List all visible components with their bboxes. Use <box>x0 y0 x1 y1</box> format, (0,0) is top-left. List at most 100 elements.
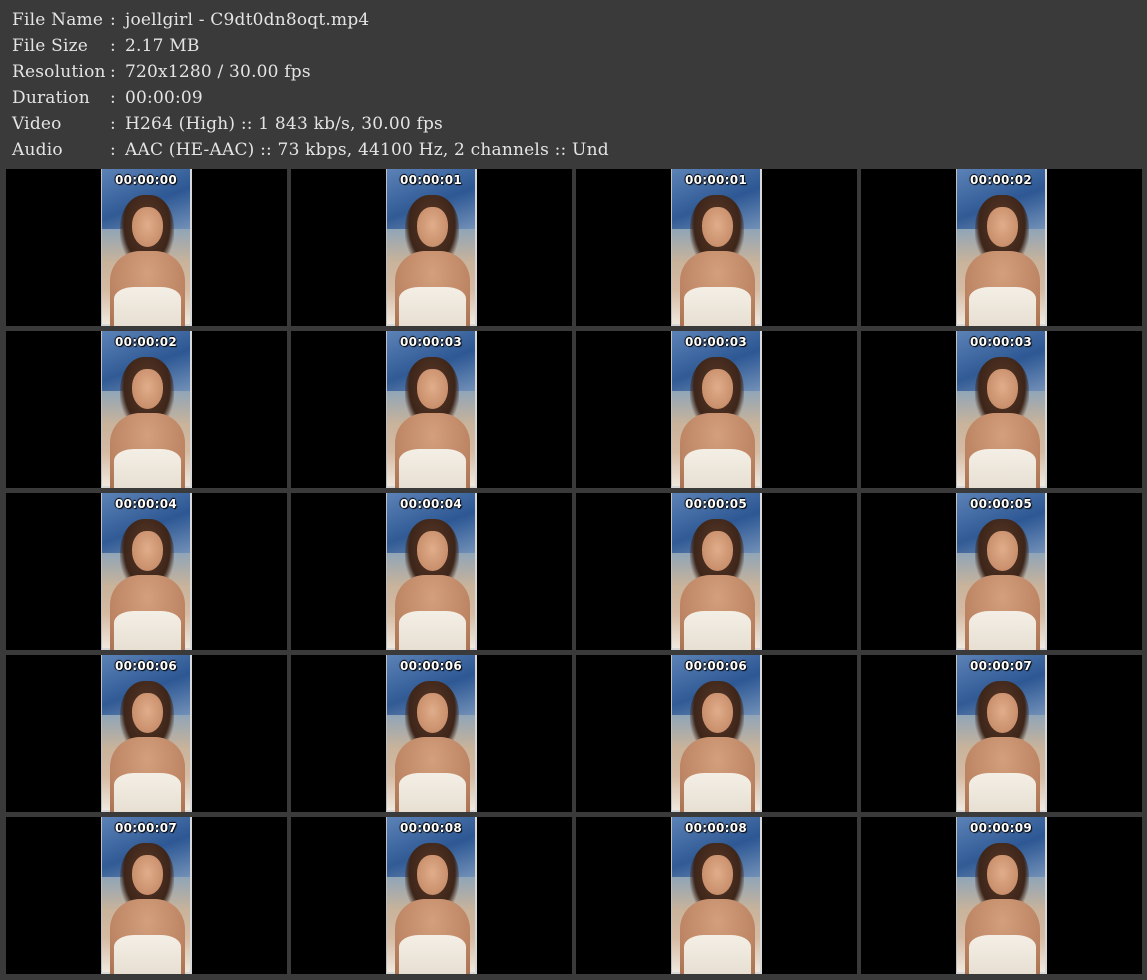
frame-top <box>399 287 466 326</box>
frame-top <box>684 773 751 812</box>
frame-face <box>702 693 733 733</box>
thumbnail-timestamp: 00:00:06 <box>399 659 463 673</box>
thumbnail-timestamp: 00:00:09 <box>969 821 1033 835</box>
frame-face <box>417 369 448 409</box>
frame-top <box>114 773 181 812</box>
thumbnail-cell[interactable]: 00:00:08 <box>291 817 572 974</box>
thumbnail-timestamp: 00:00:06 <box>684 659 748 673</box>
frame-top <box>969 935 1036 974</box>
frame-face <box>132 531 163 571</box>
thumbnail-cell[interactable]: 00:00:05 <box>861 493 1142 650</box>
thumbnail-cell[interactable]: 00:00:01 <box>576 169 857 326</box>
frame-face <box>702 855 733 895</box>
thumbnail-timestamp: 00:00:01 <box>684 173 748 187</box>
thumbnail-frame-image: 00:00:07 <box>101 817 192 974</box>
frame-top <box>969 773 1036 812</box>
thumbnail-frame-image: 00:00:05 <box>671 493 762 650</box>
thumbnail-frame-image: 00:00:08 <box>386 817 477 974</box>
frame-top <box>399 449 466 488</box>
thumbnail-cell[interactable]: 00:00:03 <box>576 331 857 488</box>
thumbnail-timestamp: 00:00:05 <box>684 497 748 511</box>
frame-face <box>987 369 1018 409</box>
thumbnail-frame-image: 00:00:06 <box>671 655 762 812</box>
thumbnail-cell[interactable]: 00:00:07 <box>6 817 287 974</box>
thumbnail-timestamp: 00:00:00 <box>114 173 178 187</box>
frame-top <box>114 611 181 650</box>
thumbnail-frame-image: 00:00:03 <box>671 331 762 488</box>
frame-face <box>987 693 1018 733</box>
thumbnail-frame-image: 00:00:00 <box>101 169 192 326</box>
frame-top <box>114 287 181 326</box>
frame-top <box>399 773 466 812</box>
frame-top <box>969 449 1036 488</box>
thumbnail-timestamp: 00:00:08 <box>684 821 748 835</box>
thumbnail-cell[interactable]: 00:00:00 <box>6 169 287 326</box>
thumbnail-frame-image: 00:00:08 <box>671 817 762 974</box>
frame-face <box>417 531 448 571</box>
frame-face <box>987 855 1018 895</box>
frame-top <box>684 611 751 650</box>
thumbnail-cell[interactable]: 00:00:02 <box>6 331 287 488</box>
thumbnail-cell[interactable]: 00:00:01 <box>291 169 572 326</box>
thumbnail-frame-image: 00:00:02 <box>101 331 192 488</box>
frame-face <box>417 693 448 733</box>
thumbnail-cell[interactable]: 00:00:06 <box>576 655 857 812</box>
thumbnail-frame-image: 00:00:03 <box>956 331 1047 488</box>
thumbnail-timestamp: 00:00:04 <box>399 497 463 511</box>
thumbnail-cell[interactable]: 00:00:07 <box>861 655 1142 812</box>
thumbnail-cell[interactable]: 00:00:03 <box>291 331 572 488</box>
thumbnail-cell[interactable]: 00:00:02 <box>861 169 1142 326</box>
thumbnail-timestamp: 00:00:03 <box>969 335 1033 349</box>
thumbnail-frame-image: 00:00:06 <box>386 655 477 812</box>
thumbnail-grid: 00:00:00 00:00:01 00:00:01 00:00:02 00:00:02… <box>0 0 1147 980</box>
thumbnail-frame-image: 00:00:04 <box>386 493 477 650</box>
thumbnail-timestamp: 00:00:08 <box>399 821 463 835</box>
frame-face <box>417 207 448 247</box>
thumbnail-timestamp: 00:00:07 <box>114 821 178 835</box>
frame-face <box>132 855 163 895</box>
frame-face <box>132 207 163 247</box>
frame-face <box>417 855 448 895</box>
thumbnail-cell[interactable]: 00:00:04 <box>6 493 287 650</box>
thumbnail-timestamp: 00:00:02 <box>969 173 1033 187</box>
thumbnail-cell[interactable]: 00:00:08 <box>576 817 857 974</box>
thumbnail-timestamp: 00:00:04 <box>114 497 178 511</box>
thumbnail-frame-image: 00:00:07 <box>956 655 1047 812</box>
thumbnail-timestamp: 00:00:07 <box>969 659 1033 673</box>
thumbnail-cell[interactable]: 00:00:06 <box>6 655 287 812</box>
thumbnail-timestamp: 00:00:06 <box>114 659 178 673</box>
thumbnail-frame-image: 00:00:03 <box>386 331 477 488</box>
thumbnail-cell[interactable]: 00:00:09 <box>861 817 1142 974</box>
frame-top <box>684 935 751 974</box>
frame-top <box>969 287 1036 326</box>
thumbnail-timestamp: 00:00:01 <box>399 173 463 187</box>
frame-top <box>969 611 1036 650</box>
thumbnail-timestamp: 00:00:05 <box>969 497 1033 511</box>
frame-face <box>132 369 163 409</box>
frame-top <box>684 449 751 488</box>
frame-top <box>684 287 751 326</box>
frame-face <box>132 693 163 733</box>
thumbnail-timestamp: 00:00:03 <box>399 335 463 349</box>
frame-face <box>702 369 733 409</box>
thumbnail-cell[interactable]: 00:00:04 <box>291 493 572 650</box>
thumbnail-frame-image: 00:00:01 <box>386 169 477 326</box>
frame-face <box>987 207 1018 247</box>
thumbnail-frame-image: 00:00:04 <box>101 493 192 650</box>
thumbnail-cell[interactable]: 00:00:05 <box>576 493 857 650</box>
frame-face <box>702 207 733 247</box>
thumbnail-cell[interactable]: 00:00:03 <box>861 331 1142 488</box>
frame-face <box>987 531 1018 571</box>
frame-top <box>399 611 466 650</box>
frame-top <box>399 935 466 974</box>
thumbnail-frame-image: 00:00:02 <box>956 169 1047 326</box>
thumbnail-frame-image: 00:00:09 <box>956 817 1047 974</box>
thumbnail-cell[interactable]: 00:00:06 <box>291 655 572 812</box>
thumbnail-timestamp: 00:00:03 <box>684 335 748 349</box>
thumbnail-timestamp: 00:00:02 <box>114 335 178 349</box>
thumbnail-frame-image: 00:00:01 <box>671 169 762 326</box>
frame-top <box>114 935 181 974</box>
frame-face <box>702 531 733 571</box>
frame-top <box>114 449 181 488</box>
thumbnail-frame-image: 00:00:05 <box>956 493 1047 650</box>
